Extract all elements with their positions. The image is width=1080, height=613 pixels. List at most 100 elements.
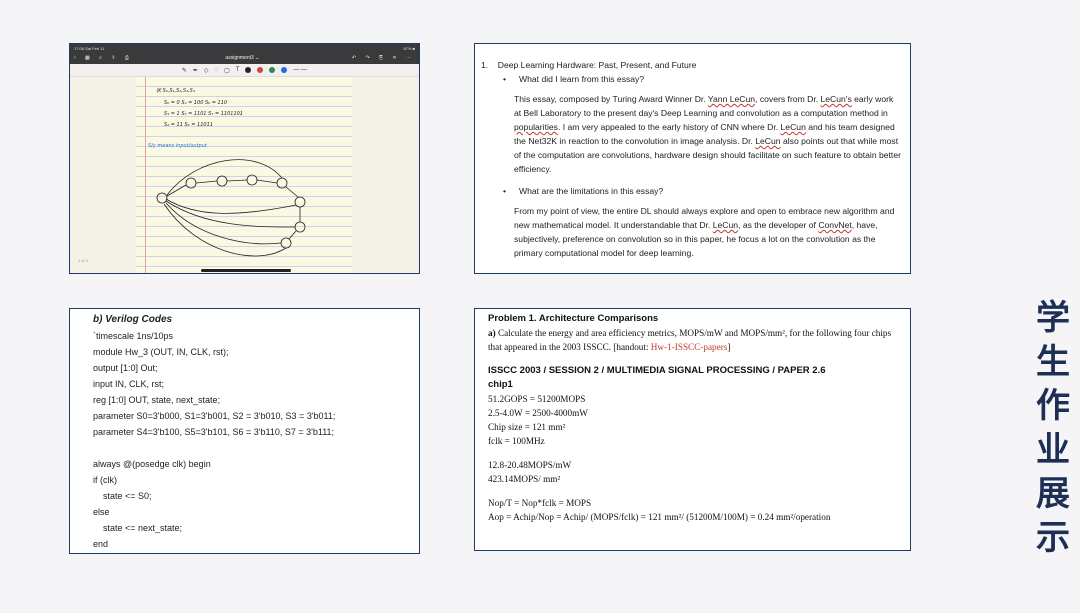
eraser-icon: ◇	[203, 67, 209, 74]
spec-line: fclk = 100MHz	[488, 436, 545, 446]
answer-1-name: Yann LeCun	[707, 94, 756, 104]
code-line: else	[93, 507, 110, 517]
status-battery: 87% ■	[403, 45, 415, 51]
answer-2: From my point of view, the entire DL sho…	[514, 204, 902, 260]
verilog-title: b) Verilog Codes	[93, 314, 173, 325]
answer-1-word: popularities	[514, 122, 558, 132]
spec-line: Chip size = 121 mm²	[488, 422, 566, 432]
verilog-code-panel: b) Verilog Codes `timescale 1ns/10ps modu…	[69, 308, 420, 554]
essay-reflection-panel: 1. Deep Learning Hardware: Past, Present…	[474, 43, 911, 274]
dash-icon: — —	[293, 67, 308, 73]
code-line: reg [1:0] OUT, state, next_state;	[93, 395, 221, 405]
pen-toolbar: ✎ ✒ ◇ ◌ ▢ T — —	[70, 64, 419, 77]
answer-1-text: , covers from Dr.	[755, 94, 821, 104]
transition-arrows	[166, 179, 301, 240]
code-line: parameter S4=3'b100, S5=3'b101, S6 = 3'b…	[93, 427, 335, 437]
side-title-char: 示	[1036, 518, 1070, 558]
part-label: a)	[488, 328, 496, 338]
code-line: input IN, CLK, rst;	[93, 379, 165, 389]
question-1: What did I learn from this essay?	[503, 72, 902, 86]
code-line: state <= next_state;	[93, 523, 183, 533]
code-line: `timescale 1ns/10ps	[93, 331, 174, 341]
side-title-char: 业	[1036, 430, 1070, 470]
code-line: output [1:0] Out;	[93, 363, 158, 373]
answer-1-name: LeCun	[780, 122, 806, 132]
efficiency-results: 12.8-20.48MOPS/mW 423.14MOPS/ mm²	[488, 458, 900, 486]
return-arcs	[163, 159, 297, 257]
tablet-nav-bar: ‹ ▦ ⌕ ⇪ ⎙ assignment3 ⌄ ↶ ↷ ⎘ ✕ ⋯	[70, 52, 419, 64]
notebook-title: assignment3 ⌄	[225, 55, 260, 61]
heading-text: Deep Learning Hardware: Past, Present, a…	[497, 60, 697, 70]
marker-icon: ✒	[192, 67, 198, 74]
handwriting-legend: S/y means input/output	[148, 143, 208, 149]
answer-1: This essay, composed by Turing Award Win…	[514, 92, 902, 176]
question-2: What are the limitations in this essay?	[503, 184, 902, 198]
side-title-char: 生	[1036, 342, 1070, 382]
state-node-s4	[276, 177, 288, 189]
answer-1-name: LeCun	[755, 136, 781, 146]
chip-label: chip1	[488, 379, 513, 390]
nav-right-icons: ↶ ↷ ⎘ ✕ ⋯	[351, 55, 415, 61]
session-heading: ISSCC 2003 / SESSION 2 / MULTIMEDIA SIGN…	[488, 365, 826, 376]
result-line: 12.8-20.48MOPS/mW	[488, 460, 572, 470]
answer-1-text: This essay, composed by Turing Award Win…	[514, 94, 708, 104]
code-line: parameter S0=3'b000, S1=3'b001, S2 = 3'b…	[93, 411, 336, 421]
handout-link[interactable]: Hw-1-ISSCC-papers	[651, 342, 728, 352]
state-node-s6	[294, 221, 306, 233]
black-color-swatch	[245, 67, 252, 73]
tablet-status-bar: 17:06 Sat Feb 11 87% ■	[70, 44, 419, 52]
code-block: `timescale 1ns/10ps module Hw_3 (OUT, IN,…	[93, 328, 411, 552]
handwriting-line-3: S₁ = 1 S₅ = 1101 S₇ = 1101101	[164, 111, 243, 117]
answer-2-text: , as the developer of	[738, 220, 819, 230]
state-node-s2	[216, 175, 228, 187]
state-node-s7	[280, 237, 292, 249]
formula-line: Aop = Achip/Nop = Achip/ (MOPS/fclk) = 1…	[488, 512, 831, 522]
home-indicator	[201, 269, 291, 272]
answer-1-text: . I am very appealed to the early histor…	[557, 122, 781, 132]
answer-2-word: ConvNet	[818, 220, 852, 230]
lasso-icon: ◌	[214, 67, 219, 73]
chip-specs: 51.2GOPS = 51200MOPS 2.5-4.0W = 2500-4000…	[488, 392, 900, 448]
side-title-char: 学	[1036, 298, 1070, 338]
result-line: 423.14MOPS/ mm²	[488, 474, 561, 484]
architecture-problem-panel: Problem 1. Architecture Comparisons a) C…	[474, 308, 911, 551]
spec-line: 2.5-4.0W = 2500-4000mW	[488, 408, 588, 418]
state-node-s0	[156, 192, 168, 204]
code-line: state <= S0;	[93, 491, 152, 501]
handwriting-line-2: S₀ = 0 S₄ = 100 S₆ = 110	[164, 100, 227, 106]
state-node-s3	[246, 174, 258, 186]
state-node-s1	[185, 177, 197, 189]
text-icon: T	[235, 67, 240, 73]
area-formulas: Nop/T = Nop*fclk = MOPS Aop = Achip/Nop =…	[488, 496, 900, 524]
tablet-notes-screenshot: 17:06 Sat Feb 11 87% ■ ‹ ▦ ⌕ ⇪ ⎙ assignm…	[69, 43, 420, 274]
essay-heading: 1. Deep Learning Hardware: Past, Present…	[481, 58, 902, 72]
code-line: end	[93, 539, 109, 549]
red-color-swatch	[257, 67, 264, 73]
handwriting-line-4: S₂ = 11 S₆ = 11011	[164, 122, 213, 128]
blue-color-swatch	[281, 67, 288, 73]
state-node-s5	[294, 196, 306, 208]
pen-icon: ✎	[181, 67, 187, 74]
page-number: 1 of 3	[78, 258, 89, 263]
code-line: module Hw_3 (OUT, IN, CLK, rst);	[93, 347, 229, 357]
heading-number: 1.	[481, 60, 489, 70]
problem-statement: a) Calculate the energy and area efficie…	[488, 326, 900, 354]
nav-left-icons: ‹ ▦ ⌕ ⇪ ⎙	[74, 55, 133, 61]
problem-text-end: ]	[727, 342, 731, 352]
answer-2-name: LeCun	[712, 220, 739, 230]
code-line: if (clk)	[93, 475, 117, 485]
status-time: 17:06 Sat Feb 11	[74, 45, 105, 51]
handwriting-diagram: 状 S₀,S₁,S₂,S₃,S₄ S₀ = 0 S₄ = 100 S₆ = 11…	[148, 87, 306, 257]
side-title: 学 生 作 业 展 示	[1030, 296, 1076, 560]
note-page: 状 S₀,S₁,S₂,S₃,S₄ S₀ = 0 S₄ = 100 S₆ = 11…	[136, 77, 352, 273]
spec-line: 51.2GOPS = 51200MOPS	[488, 394, 586, 404]
code-line: always @(posedge clk) begin	[93, 459, 211, 469]
green-color-swatch	[269, 67, 276, 73]
handwriting-line-1: 状 S₀,S₁,S₂,S₃,S₄	[156, 87, 195, 94]
formula-line: Nop/T = Nop*fclk = MOPS	[488, 498, 592, 508]
shape-icon: ▢	[224, 67, 230, 74]
answer-1-name: LeCun's	[820, 94, 852, 104]
side-title-char: 展	[1036, 474, 1070, 514]
problem-title: Problem 1. Architecture Comparisons	[488, 313, 659, 324]
